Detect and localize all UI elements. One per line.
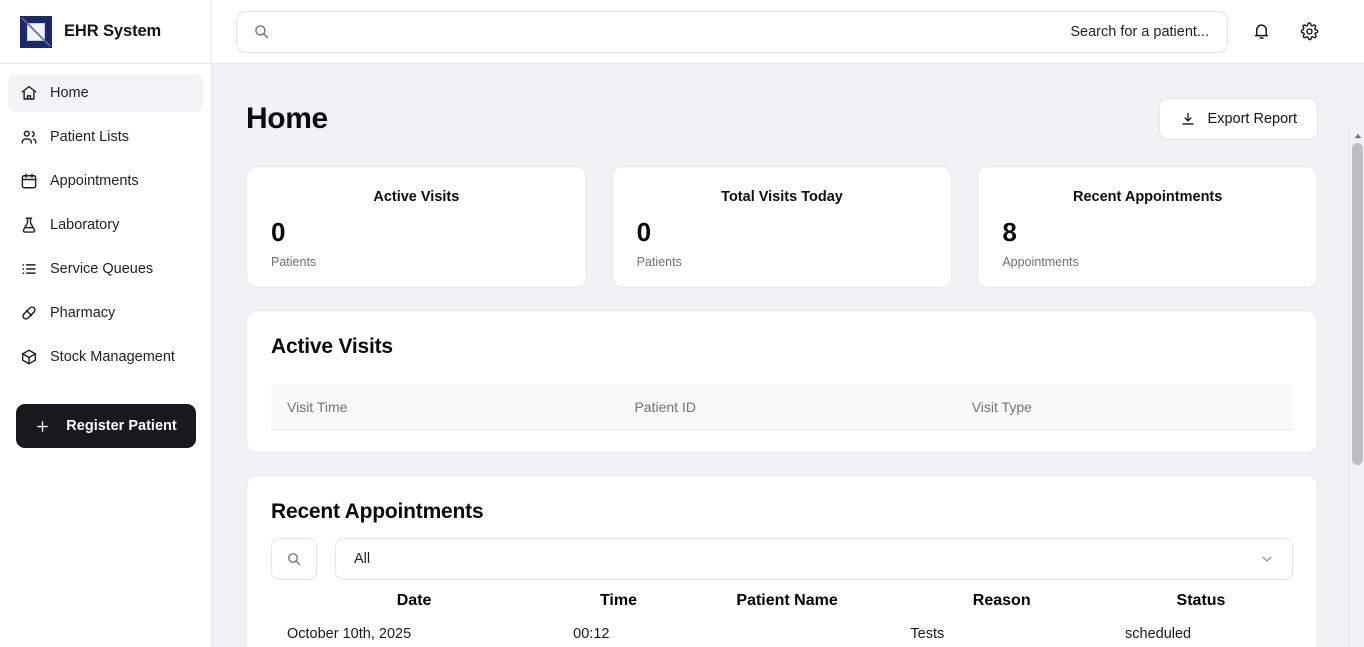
column-header-date[interactable]: Date (271, 592, 557, 610)
cell-date: October 10th, 2025 (287, 626, 412, 642)
column-header-visit-time[interactable]: Visit Time (271, 385, 619, 430)
sidebar-item-label: Pharmacy (50, 305, 116, 321)
stat-card-recent-appointments: Recent Appointments 8 Appointments (977, 166, 1319, 288)
content-inner: Home Export Report Active Visits 0 Patie… (212, 64, 1342, 647)
appointments-search-button[interactable] (271, 538, 317, 580)
column-header-time[interactable]: Time (557, 592, 680, 610)
logo-diagonal (21, 16, 51, 47)
gear-icon (1300, 22, 1318, 41)
stat-value: 8 (1002, 217, 1017, 247)
sidebar-item-patient-lists[interactable]: Patient Lists (8, 118, 203, 156)
stat-title: Total Visits Today (721, 189, 843, 205)
sidebar-item-service-queues[interactable]: Service Queues (8, 250, 203, 288)
recent-appointments-title: Recent Appointments (271, 500, 484, 523)
active-visits-title: Active Visits (271, 335, 393, 358)
plus-icon (37, 420, 49, 432)
register-patient-wrap: Register Patient (0, 382, 211, 448)
export-report-button[interactable]: Export Report (1158, 98, 1318, 140)
cell-patient-name (680, 610, 895, 647)
page-title: Home (246, 102, 328, 135)
main-area: Home Export Report Active Visits 0 Patie… (212, 0, 1364, 647)
column-header-reason[interactable]: Reason (894, 592, 1109, 610)
table-header-row: Date Time Patient Name Reason Status (271, 592, 1293, 610)
chevron-down-icon (1262, 556, 1272, 562)
sidebar-item-label: Laboratory (50, 217, 120, 233)
active-visits-panel: Active Visits Visit Time Patient ID Visi… (246, 310, 1318, 453)
sidebar-item-appointments[interactable]: Appointments (8, 162, 203, 200)
cell-status: scheduled (1125, 626, 1192, 642)
sidebar-item-label: Service Queues (50, 261, 154, 277)
search-input[interactable] (270, 23, 1209, 40)
brand-title: EHR System (64, 22, 162, 40)
stat-unit: Patients (636, 255, 682, 269)
package-icon (21, 349, 37, 365)
stat-value: 0 (271, 217, 286, 247)
appointments-status-value: All (354, 551, 371, 567)
calendar-icon (21, 173, 37, 189)
users-icon (21, 130, 37, 144)
scrollbar-thumb[interactable] (1352, 143, 1363, 465)
column-header-visit-type[interactable]: Visit Type (955, 385, 1293, 430)
global-search-box[interactable] (236, 10, 1228, 53)
search-icon (288, 553, 301, 566)
stat-unit: Patients (271, 255, 317, 269)
column-header-status[interactable]: Status (1109, 592, 1293, 610)
sidebar-item-label: Home (50, 85, 89, 101)
register-patient-button[interactable]: Register Patient (16, 404, 196, 448)
export-report-label: Export Report (1207, 111, 1297, 127)
sidebar-item-label: Stock Management (50, 349, 175, 365)
topbar (212, 0, 1364, 64)
page-header: Home Export Report (246, 98, 1318, 140)
stat-unit: Appointments (1002, 255, 1079, 269)
sidebar-item-home[interactable]: Home (8, 74, 203, 112)
recent-appointments-panel: Recent Appointments All Date Time Patien… (246, 475, 1318, 647)
table-header-row: Visit Time Patient ID Visit Type (271, 385, 1293, 430)
content-scroll-area: Home Export Report Active Visits 0 Patie… (212, 64, 1364, 647)
sidebar: EHR System Home Patient Lists Appointmen… (0, 0, 212, 647)
sidebar-item-label: Appointments (50, 173, 139, 189)
column-header-patient-name[interactable]: Patient Name (680, 592, 895, 610)
table-row[interactable]: October 10th, 2025 00:12 Tests scheduled (271, 610, 1293, 647)
cell-reason: Tests (910, 626, 945, 642)
column-header-patient-id[interactable]: Patient ID (618, 385, 956, 430)
stat-value: 0 (636, 217, 652, 247)
appointments-filter-row: All (271, 538, 1293, 580)
register-patient-label: Register Patient (66, 418, 177, 434)
settings-button[interactable] (1294, 17, 1324, 47)
appointments-status-select[interactable]: All (335, 538, 1293, 580)
sidebar-item-label: Patient Lists (50, 129, 129, 145)
sidebar-item-stock-management[interactable]: Stock Management (8, 338, 203, 376)
flask-icon (22, 217, 36, 233)
stat-card-active-visits: Active Visits 0 Patients (246, 166, 587, 288)
app-logo-icon (20, 15, 52, 48)
sidebar-item-pharmacy[interactable]: Pharmacy (8, 294, 203, 332)
sidebar-item-laboratory[interactable]: Laboratory (8, 206, 203, 244)
cell-time: 00:12 (573, 626, 610, 642)
stat-title: Recent Appointments (1073, 189, 1223, 205)
scroll-up-button[interactable] (1350, 128, 1364, 143)
active-visits-table: Visit Time Patient ID Visit Type (271, 385, 1293, 430)
caret-up-icon (1354, 133, 1361, 138)
brand: EHR System (0, 0, 211, 64)
stat-cards: Active Visits 0 Patients Total Visits To… (246, 166, 1319, 288)
stat-title: Active Visits (373, 189, 460, 205)
notifications-button[interactable] (1246, 17, 1276, 47)
bell-icon (1254, 24, 1268, 39)
pill-icon (22, 306, 36, 320)
vertical-scrollbar[interactable] (1349, 128, 1364, 647)
home-icon (21, 85, 37, 100)
app-root: EHR System Home Patient Lists Appointmen… (0, 0, 1364, 647)
download-icon (1181, 112, 1194, 125)
sidebar-nav: Home Patient Lists Appointments Laborato… (0, 64, 211, 382)
recent-appointments-table: Date Time Patient Name Reason Status Oct… (271, 592, 1293, 647)
list-icon (22, 264, 36, 274)
stat-card-total-visits-today: Total Visits Today 0 Patients (611, 166, 953, 288)
search-icon (255, 25, 269, 39)
